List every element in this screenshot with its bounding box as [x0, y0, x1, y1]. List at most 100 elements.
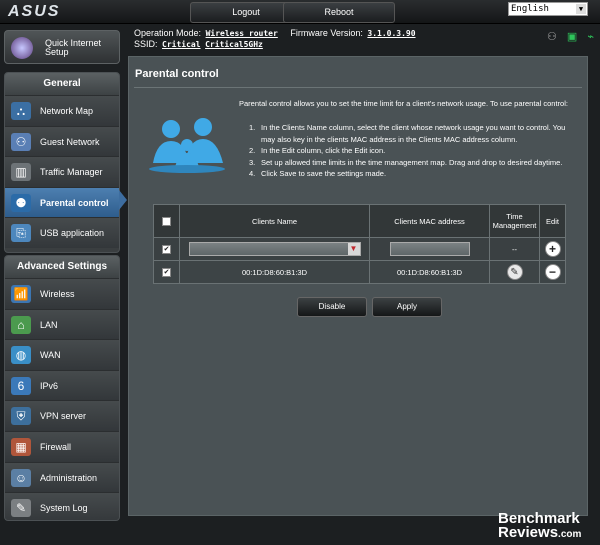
client-name-select[interactable]: ▼ [188, 242, 361, 256]
quick-internet-setup-button[interactable]: Quick Internet Setup [4, 30, 120, 64]
sidebar-item-administration[interactable]: ☺ Administration [5, 461, 119, 493]
chevron-down-icon: ▼ [347, 243, 360, 255]
step-text: In the Edit column, click the Edit icon. [261, 146, 386, 155]
sidebar-item-traffic-manager[interactable]: ▥ Traffic Manager [5, 156, 119, 187]
sidebar-item-label: Firewall [40, 441, 72, 452]
sidebar-item-label: Traffic Manager [40, 167, 103, 178]
lan-icon: ⌂ [11, 315, 31, 334]
list-item: 2. In the Edit column, click the Edit ic… [249, 145, 579, 157]
page-title: Parental control [135, 68, 219, 80]
wan-icon: ◍ [11, 346, 31, 365]
time-management-header: Time Management [489, 204, 540, 238]
sidebar-item-firewall[interactable]: ▦ Firewall [5, 430, 119, 462]
add-client-button[interactable]: + [544, 241, 561, 257]
new-row-checkbox[interactable]: ✔ [162, 244, 171, 254]
usb-application-icon: ⎘ [11, 224, 31, 243]
language-select[interactable]: English ▼ [508, 2, 588, 16]
row-client-mac: 00:1D:D8:60:B1:3D [369, 260, 490, 284]
client-name-cell: ▼ [179, 237, 370, 261]
watermark-suffix: .com [558, 529, 582, 540]
sidebar-item-vpn-server[interactable]: ⛨ VPN server [5, 400, 119, 431]
operation-mode-label: Operation Mode: [134, 28, 202, 38]
network-map-icon: ⛬ [11, 102, 31, 120]
guest-network-icon: ⚇ [11, 132, 31, 151]
client-mac-cell [369, 237, 490, 261]
clients-icon[interactable]: ⚇ [547, 31, 557, 43]
firmware-link[interactable]: 3.1.0.3.90 [367, 29, 415, 38]
edit-pencil-icon[interactable]: ✎ [506, 264, 523, 280]
sidebar-item-label: LAN [40, 319, 58, 330]
sidebar-item-lan[interactable]: ⌂ LAN [5, 308, 119, 340]
row-time-cell: ✎ [489, 260, 540, 284]
advanced-menu: Advanced Settings 📶 Wireless ⌂ LAN ◍ WAN… [4, 255, 120, 521]
general-title: General [5, 73, 119, 95]
new-row-checkbox-cell: ✔ [153, 237, 180, 261]
ssid-link-1[interactable]: Critical [162, 40, 201, 49]
active-pointer [119, 190, 127, 210]
row-checkbox[interactable]: ✔ [162, 267, 171, 277]
row-checkbox-cell: ✔ [153, 260, 180, 284]
asus-logo: ASUS [8, 3, 61, 20]
sidebar-item-parental-control[interactable]: ⚉ Parental control [5, 186, 119, 218]
list-item: 4. Click Save to save the settings made. [249, 168, 579, 180]
system-log-icon: ✎ [11, 499, 31, 518]
sidebar-item-label: Parental control [40, 197, 109, 208]
sidebar-item-guest-network[interactable]: ⚇ Guest Network [5, 125, 119, 157]
sidebar-item-usb-application[interactable]: ⎘ USB application [5, 217, 119, 248]
sidebar-item-label: Network Map [40, 106, 94, 116]
wand-icon [11, 37, 33, 59]
client-mac-input[interactable] [389, 242, 470, 256]
sidebar-item-wireless[interactable]: 📶 Wireless [5, 278, 119, 309]
firewall-icon: ▦ [11, 437, 31, 456]
traffic-manager-icon: ▥ [11, 163, 31, 182]
family-icon [149, 118, 225, 173]
reboot-button[interactable]: Reboot [283, 2, 395, 23]
watermark-line-2: Reviews [498, 524, 559, 541]
disable-button[interactable]: Disable [297, 297, 367, 317]
main-panel: Parental control Parental control allows… [128, 56, 588, 516]
select-all-cell [153, 204, 180, 238]
step-text: In the Clients Name column, select the c… [261, 123, 566, 144]
advanced-title: Advanced Settings [5, 256, 119, 278]
step-number: 4. [249, 169, 256, 178]
intro-text: Parental control allows you to set the t… [239, 99, 568, 108]
wireless-icon: 📶 [11, 285, 31, 303]
table-row: ✔ 00:1D:D8:60:B1:3D 00:1D:D8:60:B1:3D ✎ … [153, 260, 566, 284]
ssid-label: SSID: [134, 39, 158, 49]
info-bar: Operation Mode: Wireless router Firmware… [128, 24, 600, 52]
parental-control-icon: ⚉ [11, 193, 31, 212]
clients-name-header: Clients Name [179, 204, 370, 238]
top-bar: ASUS Logout Reboot English ▼ [0, 0, 600, 24]
apply-button[interactable]: Apply [372, 297, 442, 317]
sidebar-item-ipv6[interactable]: 6 IPv6 [5, 369, 119, 401]
clients-table: Clients Name Clients MAC address Time Ma… [153, 204, 566, 284]
clients-mac-header: Clients MAC address [369, 204, 490, 238]
sidebar-item-label: Administration [40, 472, 98, 483]
ssid-link-2[interactable]: Critical5GHz [205, 40, 263, 49]
steps-list: 1. In the Clients Name column, select th… [249, 122, 579, 180]
step-number: 2. [249, 146, 256, 155]
sidebar-item-label: Guest Network [40, 136, 100, 147]
language-value: English [511, 4, 549, 14]
sidebar-item-wan[interactable]: ◍ WAN [5, 339, 119, 370]
sidebar-item-label: System Log [40, 503, 88, 514]
step-text: Click Save to save the settings made. [261, 169, 387, 178]
table-header-row: Clients Name Clients MAC address Time Ma… [153, 204, 566, 238]
sidebar-item-label: VPN server [40, 411, 87, 422]
general-menu: General ⛬ Network Map ⚇ Guest Network ▥ … [4, 72, 120, 253]
sidebar-item-network-map[interactable]: ⛬ Network Map [5, 95, 119, 126]
quick-setup-label: Quick Internet Setup [45, 38, 102, 57]
add-cell: + [539, 237, 566, 261]
remove-client-button[interactable]: − [544, 264, 561, 280]
usb-icon[interactable]: ⌁ [587, 31, 594, 43]
internet-status-icon[interactable]: ▣ [567, 31, 577, 43]
select-all-checkbox[interactable] [162, 216, 171, 226]
operation-mode-link[interactable]: Wireless router [206, 29, 278, 38]
watermark: Benchmark Reviews.com [498, 511, 582, 542]
row-remove-cell: − [539, 260, 566, 284]
administration-icon: ☺ [11, 468, 31, 487]
title-divider [134, 87, 582, 88]
sidebar-item-system-log[interactable]: ✎ System Log [5, 492, 119, 520]
new-client-row: ✔ ▼ -- + [153, 237, 566, 261]
ipv6-icon: 6 [11, 376, 31, 395]
